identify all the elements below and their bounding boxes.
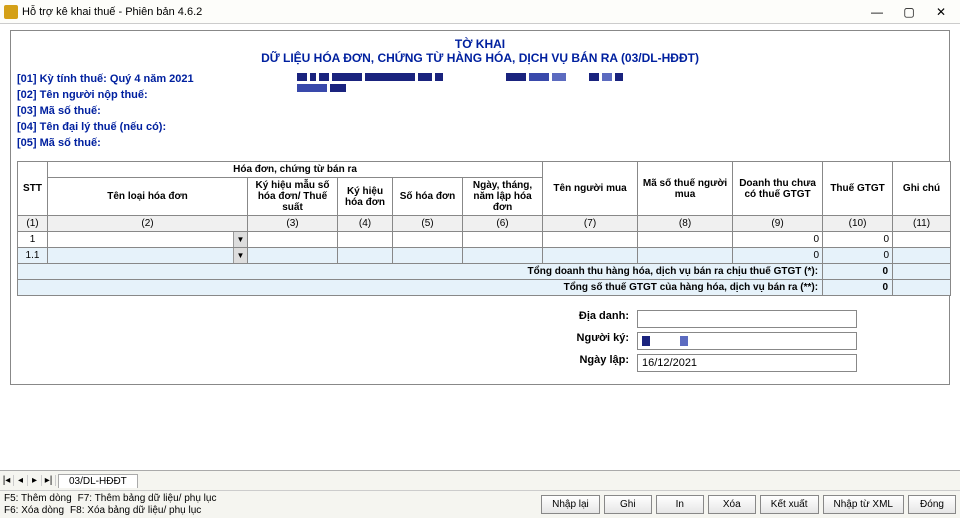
data-table: STT Hóa đơn, chứng từ bán ra Tên người m… <box>17 161 951 296</box>
dong-button[interactable]: Đóng <box>908 495 956 514</box>
cell-c10[interactable]: 0 <box>823 248 893 264</box>
th-group1: Hóa đơn, chứng từ bán ra <box>48 162 543 178</box>
document-box: TỜ KHAI DỮ LIỆU HÓA ĐƠN, CHỨNG TỪ HÀNG H… <box>10 30 950 385</box>
nguoiky-input[interactable] <box>637 332 857 350</box>
nav-last-icon[interactable]: ▸| <box>42 475 56 486</box>
xoa-button[interactable]: Xóa <box>708 495 756 514</box>
info-row-04: [04] Tên đại lý thuế (nếu có): <box>17 119 943 135</box>
tab-03dl[interactable]: 03/DL-HĐĐT <box>58 474 138 488</box>
chevron-down-icon[interactable]: ▼ <box>233 232 247 247</box>
nav-prev-icon[interactable]: ◂ <box>14 475 28 486</box>
shortcut-f6: F6: Xóa dòng <box>4 505 64 517</box>
shortcut-f5: F5: Thêm dòng <box>4 493 72 505</box>
th-c3: Ký hiệu mẫu số hóa đơn/ Thuế suất <box>248 178 338 216</box>
cell-loai-hd-dropdown[interactable]: ▼ <box>48 248 248 264</box>
nav-next-icon[interactable]: ▸ <box>28 475 42 486</box>
content-area: TỜ KHAI DỮ LIỆU HÓA ĐƠN, CHỨNG TỪ HÀNG H… <box>0 24 960 470</box>
sum2-label: Tổng số thuế GTGT của hàng hóa, dịch vụ … <box>18 280 823 296</box>
idx-8: (8) <box>638 216 733 232</box>
th-c7: Tên người mua <box>543 162 638 216</box>
ngaylap-input[interactable]: 16/12/2021 <box>637 354 857 372</box>
idx-5: (5) <box>393 216 463 232</box>
cell-c10[interactable]: 0 <box>823 232 893 248</box>
cell[interactable] <box>393 248 463 264</box>
shortcut-f7: F7: Thêm bảng dữ liệu/ phụ lục <box>78 493 217 505</box>
doc-title: TỜ KHAI <box>17 37 943 51</box>
cell[interactable] <box>463 248 543 264</box>
nguoiky-label: Người ký: <box>547 332 637 350</box>
info-row-05: [05] Mã số thuế: <box>17 135 943 151</box>
signoff: Địa danh: Người ký: Ngày lập:16/12/2021 <box>17 310 943 372</box>
nav-first-icon[interactable]: |◂ <box>0 475 14 486</box>
th-c5: Số hóa đơn <box>393 178 463 216</box>
th-c11: Ghi chú <box>893 162 951 216</box>
th-c8: Mã số thuế người mua <box>638 162 733 216</box>
shortcut-f8: F8: Xóa bảng dữ liệu/ phụ lục <box>70 505 201 517</box>
idx-3: (3) <box>248 216 338 232</box>
cell[interactable] <box>463 232 543 248</box>
sum2-val: 0 <box>823 280 893 296</box>
cell[interactable] <box>543 232 638 248</box>
tabbar: |◂ ◂ ▸ ▸| 03/DL-HĐĐT <box>0 470 960 490</box>
cell[interactable] <box>893 248 951 264</box>
cell[interactable] <box>638 248 733 264</box>
idx-2: (2) <box>48 216 248 232</box>
th-c10: Thuế GTGT <box>823 162 893 216</box>
diadanh-label: Địa danh: <box>547 310 637 328</box>
window-title: Hỗ trợ kê khai thuế - Phiên bản 4.6.2 <box>22 6 862 18</box>
idx-1: (1) <box>18 216 48 232</box>
idx-6: (6) <box>463 216 543 232</box>
th-c4: Ký hiệu hóa đơn <box>338 178 393 216</box>
cell[interactable] <box>338 248 393 264</box>
cell[interactable] <box>338 232 393 248</box>
idx-10: (10) <box>823 216 893 232</box>
cell[interactable] <box>393 232 463 248</box>
sum1-label: Tổng doanh thu hàng hóa, dịch vụ bán ra … <box>18 264 823 280</box>
sum1-val: 0 <box>823 264 893 280</box>
shortcuts: F5: Thêm dòng F7: Thêm bảng dữ liệu/ phụ … <box>4 493 216 517</box>
cell[interactable] <box>638 232 733 248</box>
ngaylap-label: Ngày lập: <box>547 354 637 372</box>
cell-c9[interactable]: 0 <box>733 248 823 264</box>
th-stt: STT <box>18 162 48 216</box>
cell-c9[interactable]: 0 <box>733 232 823 248</box>
diadanh-input[interactable] <box>637 310 857 328</box>
maximize-button[interactable]: ▢ <box>894 2 924 22</box>
app-icon <box>4 5 18 19</box>
ketxuat-button[interactable]: Kết xuất <box>760 495 819 514</box>
cell[interactable] <box>543 248 638 264</box>
idx-11: (11) <box>893 216 951 232</box>
th-c9: Doanh thu chưa có thuế GTGT <box>733 162 823 216</box>
th-c6: Ngày, tháng, năm lập hóa đơn <box>463 178 543 216</box>
redacted-info <box>297 71 647 119</box>
table-row[interactable]: 1.1 ▼ 0 0 <box>18 248 951 264</box>
cell[interactable] <box>248 248 338 264</box>
cell-stt[interactable]: 1 <box>18 232 48 248</box>
idx-4: (4) <box>338 216 393 232</box>
cell[interactable] <box>893 232 951 248</box>
nhaptuxml-button[interactable]: Nhập từ XML <box>823 495 905 514</box>
nhaplai-button[interactable]: Nhập lại <box>541 495 600 514</box>
close-button[interactable]: ✕ <box>926 2 956 22</box>
ghi-button[interactable]: Ghi <box>604 495 652 514</box>
idx-9: (9) <box>733 216 823 232</box>
table-row[interactable]: 1 ▼ 0 0 <box>18 232 951 248</box>
cell[interactable] <box>248 232 338 248</box>
info-block: [01] Kỳ tính thuế: Quý 4 năm 2021 [02] T… <box>17 71 943 151</box>
footer: F5: Thêm dòng F7: Thêm bảng dữ liệu/ phụ … <box>0 490 960 518</box>
in-button[interactable]: In <box>656 495 704 514</box>
cell-stt[interactable]: 1.1 <box>18 248 48 264</box>
th-c2: Tên loại hóa đơn <box>48 178 248 216</box>
minimize-button[interactable]: — <box>862 2 892 22</box>
titlebar: Hỗ trợ kê khai thuế - Phiên bản 4.6.2 — … <box>0 0 960 24</box>
cell-loai-hd-dropdown[interactable]: ▼ <box>48 232 248 248</box>
chevron-down-icon[interactable]: ▼ <box>233 248 247 263</box>
doc-subtitle: DỮ LIỆU HÓA ĐƠN, CHỨNG TỪ HÀNG HÓA, DỊCH… <box>17 51 943 65</box>
idx-7: (7) <box>543 216 638 232</box>
